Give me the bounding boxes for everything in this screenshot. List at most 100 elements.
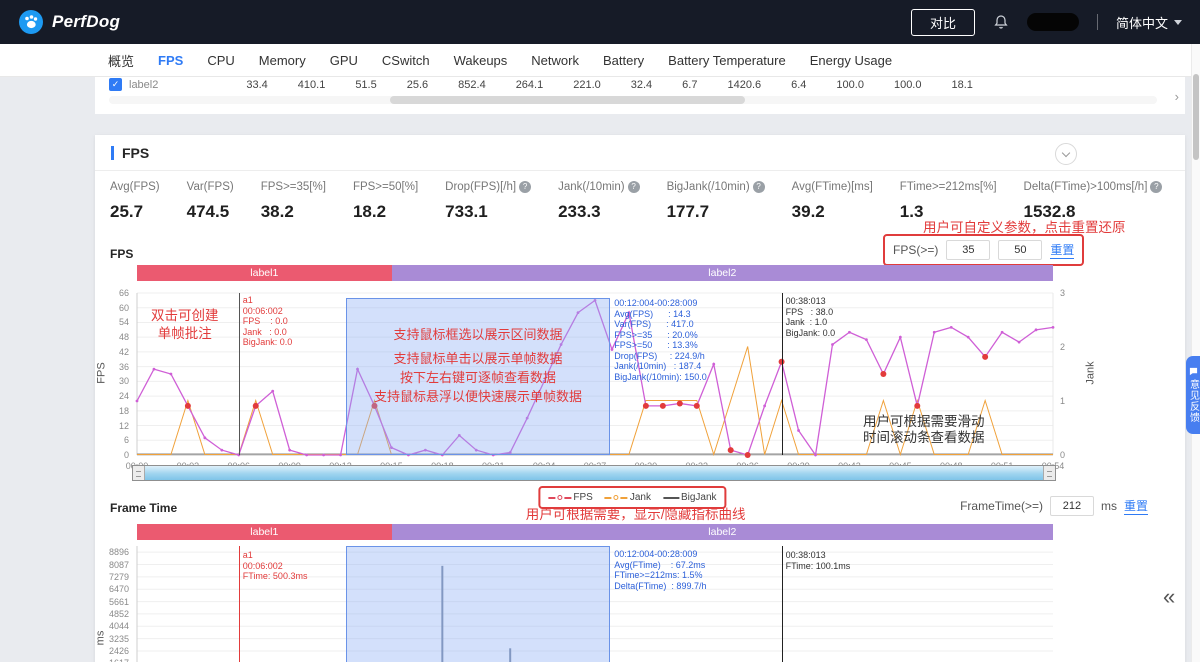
info-icon[interactable]: ? [519,181,532,193]
stat-label: BigJank(/10min)? [667,181,765,193]
language-selector[interactable]: 简体中文 [1116,13,1182,32]
tab-FPS[interactable]: FPS [146,44,195,76]
stat-label: Jank(/10min)? [558,181,640,193]
fps-reset-link[interactable]: 重置 [1050,241,1075,259]
cursor-marker-line[interactable] [781,546,783,662]
table-cell: 100.0 [836,78,864,91]
y-axis-right-title: Jank [1084,361,1097,385]
metrics-table-strip: ✓ label2 33.4 410.1 51.5 25.6 852.4 264.1 221.… [95,77,1185,114]
y-axis-tick: 8896 [108,547,129,558]
y-axis-right-tick: 3 [1060,288,1066,298]
region-label-label2[interactable]: label2 [391,265,1053,281]
tab-Wakeups[interactable]: Wakeups [442,44,520,76]
row-checkbox[interactable]: ✓ [109,78,122,91]
frametime-reset-link[interactable]: 重置 [1123,497,1148,515]
y-axis-right-tick: 0 [1060,450,1066,460]
table-cell: 33.4 [246,78,268,91]
tab-Network[interactable]: Network [519,44,591,76]
collapse-sidebar-button[interactable]: « [1163,586,1175,608]
panel-header: FPS [95,135,1185,171]
selection-hints: 支持鼠标框选以展示区间数据 支持鼠标单击以展示单帧数据 按下左右键可逐帧查看数据支持… [347,299,610,406]
vertical-scrollbar[interactable] [1191,44,1200,662]
tab-概览[interactable]: 概览 [96,44,146,76]
fps-threshold-input-1[interactable] [946,240,991,260]
tab-Memory[interactable]: Memory [247,44,318,76]
region-label-label1[interactable]: label1 [137,524,392,540]
selection-hint-line: 支持鼠标单击以展示单帧数据 [393,351,563,366]
tab-Battery Temperature[interactable]: Battery Temperature [656,44,798,76]
stat-label: Avg(FTime)[ms] [791,181,873,193]
legend-item-Jank[interactable]: Jank [604,492,651,503]
tab-Battery[interactable]: Battery [591,44,656,76]
perfdog-logo-icon [18,9,44,35]
selection-region[interactable]: 支持鼠标框选以展示区间数据 支持鼠标单击以展示单帧数据 按下左右键可逐帧查看数据支持… [345,298,611,455]
legend-item-BigJank[interactable]: BigJank [662,492,717,503]
fps-threshold-input-2[interactable] [998,240,1043,260]
info-icon[interactable]: ? [627,181,640,193]
legend-item-FPS[interactable]: FPS [548,492,593,503]
range-tooltip: 00:12:004-00:28:009 Avg(FPS) : 14.3 Var(… [614,298,707,382]
fps-region-labels: label1 label2 [137,265,1053,281]
collapse-panel-button[interactable] [1055,143,1077,165]
scrollbar-track[interactable] [145,466,1043,480]
stat-label: FPS>=35[%] [260,181,326,193]
info-icon[interactable]: ? [752,181,765,193]
region-label-label1[interactable]: label1 [137,265,392,281]
table-cell: 18.1 [951,78,973,91]
frame-time-title: Frame Time [110,501,178,515]
scrollbar-right-handle[interactable] [1043,466,1055,480]
frametime-threshold-input[interactable] [1049,496,1094,516]
legend-row: FPS Jank BigJank [548,492,717,503]
y-axis-tick: 42 [118,346,129,357]
selection-hint-line: 按下左右键可逐帧查看数据 [399,370,556,385]
tab-CSwitch[interactable]: CSwitch [370,44,442,76]
table-cell: 264.1 [515,78,544,91]
row-label: label2 [129,78,159,91]
selection-region[interactable] [345,546,611,662]
tab-Energy Usage[interactable]: Energy Usage [798,44,904,76]
fps-chart[interactable]: 0612182430364248546066012300:0000:0300:0… [95,288,1185,485]
chevron-right-icon[interactable]: › [1175,90,1179,103]
table-cell: 6.4 [791,78,807,91]
nav-divider [1096,14,1098,30]
annotation-marker-line[interactable] [238,293,240,455]
y-axis-tick: 54 [118,317,129,328]
region-label-label2[interactable]: label2 [391,524,1053,540]
stat-label: FPS>=50[%] [352,181,419,193]
y-axis-tick: 2426 [108,645,129,656]
frame-time-chart[interactable]: 8896808772796470566148524044323524261617… [94,546,1185,662]
annotation-marker-line[interactable] [238,546,240,662]
stat-Avg(FPS): Avg(FPS) 25.7 [110,181,160,222]
scrollbar-left-handle[interactable] [133,466,145,480]
y-axis-tick: 18 [118,405,129,416]
feedback-tab[interactable]: 意见反馈 [1186,356,1200,434]
horizontal-scrollbar[interactable] [109,96,1157,104]
cursor-tooltip: 00:38:013 FPS : 38.0 Jank : 1.0 BigJank:… [785,296,836,338]
table-row[interactable]: ✓ label2 33.4 410.1 51.5 25.6 852.4 264.1 221.… [95,78,1185,91]
frametime-unit: ms [1100,499,1117,513]
y-axis-tick: 66 [118,288,129,298]
hint-toggle-series: 用户可根据需要，显示/隐藏指标曲线 [525,507,746,522]
info-icon[interactable]: ? [1150,181,1163,193]
notification-bell-icon[interactable] [993,14,1009,30]
time-scrollbar[interactable] [132,465,1056,481]
user-avatar[interactable] [1026,13,1079,31]
horizontal-scrollbar-thumb[interactable] [390,96,745,104]
top-navbar: PerfDog 对比 简体中文 [0,0,1200,44]
feedback-icon [1189,367,1197,376]
tab-GPU[interactable]: GPU [318,44,370,76]
tab-CPU[interactable]: CPU [195,44,246,76]
selection-hint-line: 支持鼠标悬浮以便快速展示单帧数据 [373,389,582,404]
frametime-threshold-label: FrameTime(>=) [960,499,1043,513]
vertical-scrollbar-thumb[interactable] [1193,74,1199,160]
hint-custom-params: 用户可自定义参数，点击重置还原 [923,220,1126,235]
chevron-down-icon [1174,19,1182,25]
y-axis-right-tick: 1 [1060,396,1066,406]
selection-hint-line: 支持鼠标框选以展示区间数据 [393,327,563,342]
y-axis-tick: 60 [118,302,129,313]
compare-button[interactable]: 对比 [910,8,975,36]
perfdog-app: PerfDog 对比 简体中文 概览 FPS CPU Memory GPU CSwitch… [0,0,1200,662]
stat-label: Var(FPS) [186,181,234,193]
feedback-label: 意见反馈 [1187,379,1199,423]
cursor-marker-line[interactable] [781,293,783,455]
